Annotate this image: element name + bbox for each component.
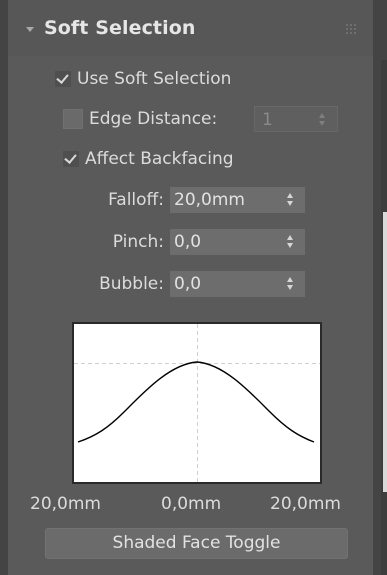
rollout-header[interactable]: Soft Selection [8,0,373,56]
use-soft-selection-row[interactable]: Use Soft Selection [55,66,231,92]
collapse-arrow-icon[interactable] [26,27,34,32]
curve-left-label: 20,0mm [30,494,101,514]
curve-right-label: 20,0mm [270,494,341,514]
bubble-label: Bubble: [99,274,164,294]
pinch-label: Pinch: [112,232,164,252]
curve-center-label: 0,0mm [161,494,222,514]
falloff-curve-svg [74,324,320,482]
spinner-arrows-icon[interactable] [287,277,294,291]
falloff-spinner[interactable]: 20,0mm [170,187,305,213]
falloff-curve-line [77,361,315,443]
soft-selection-rollout: Soft Selection Use Soft Selection Edge D… [8,0,373,575]
edge-distance-spinner[interactable]: 1 [254,106,338,132]
pinch-spinner[interactable]: 0,0 [170,229,305,255]
grip-dots-icon[interactable] [346,24,358,34]
shaded-face-toggle-button[interactable]: Shaded Face Toggle [45,528,348,559]
bubble-row: Bubble: 0,0 [8,270,373,298]
use-soft-selection-label[interactable]: Use Soft Selection [77,69,231,89]
use-soft-selection-checkbox[interactable] [55,71,71,87]
edge-distance-checkbox[interactable] [63,109,83,129]
modify-panel: Soft Selection Use Soft Selection Edge D… [0,0,387,575]
edge-distance-value[interactable]: 1 [262,110,273,130]
falloff-row: Falloff: 20,0mm [8,186,373,214]
pinch-value[interactable]: 0,0 [174,232,201,252]
edge-distance-label[interactable]: Edge Distance: [89,109,217,129]
affect-backfacing-row[interactable]: Affect Backfacing [63,146,234,172]
falloff-value[interactable]: 20,0mm [174,190,245,210]
edge-distance-row[interactable]: Edge Distance: [63,106,217,132]
spinner-arrows-icon[interactable] [287,235,294,249]
affect-backfacing-checkbox[interactable] [63,151,79,167]
falloff-label: Falloff: [108,190,164,210]
bubble-value[interactable]: 0,0 [174,274,201,294]
scrollbar-thumb[interactable] [383,212,387,492]
spinner-arrows-icon[interactable] [287,193,294,207]
spinner-arrows-icon[interactable] [319,113,326,127]
falloff-curve-graph [72,322,322,484]
rollout-title[interactable]: Soft Selection [44,17,196,39]
pinch-row: Pinch: 0,0 [8,228,373,256]
panel-scrollbar[interactable] [381,60,387,575]
bubble-spinner[interactable]: 0,0 [170,271,305,297]
affect-backfacing-label[interactable]: Affect Backfacing [85,149,234,169]
